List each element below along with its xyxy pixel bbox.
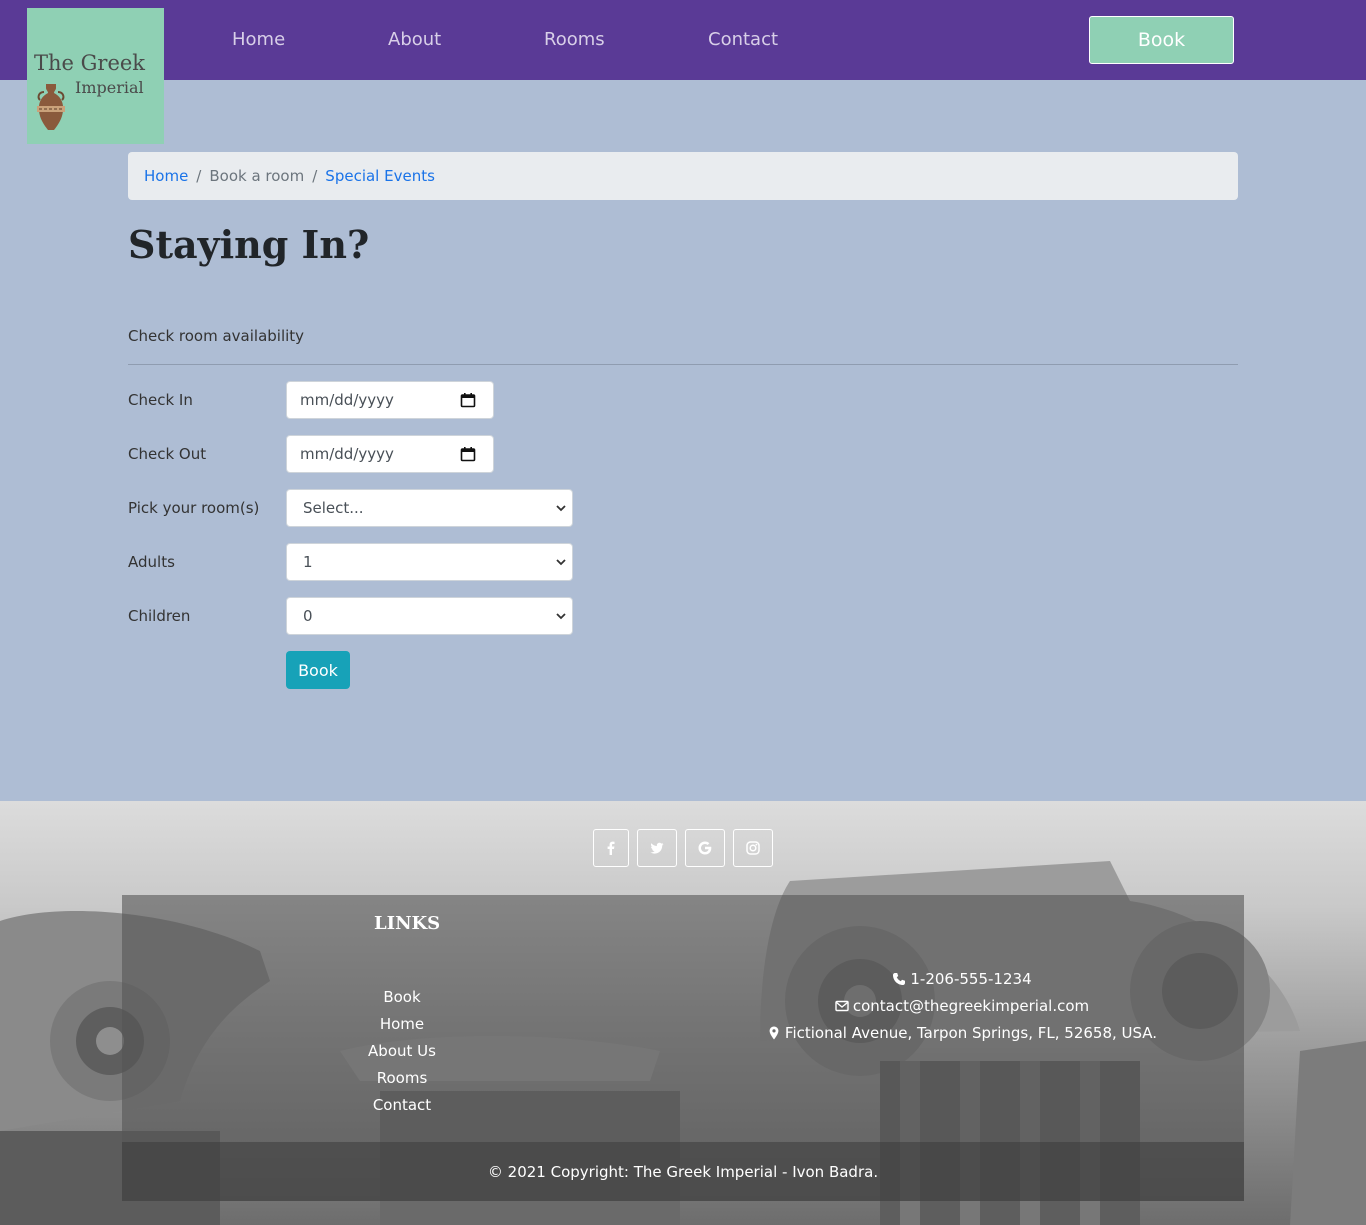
- adults-select[interactable]: 1: [286, 543, 573, 581]
- footer-address-text: Fictional Avenue, Tarpon Springs, FL, 52…: [784, 1024, 1158, 1042]
- nav-about-link[interactable]: About: [388, 28, 441, 52]
- check-in-value: mm/dd/yyyy: [300, 391, 394, 409]
- breadcrumb-book-a-room: Book a room: [209, 167, 305, 185]
- google-icon: [698, 841, 712, 855]
- twitter-button[interactable]: [637, 829, 677, 867]
- footer-phone-text: 1-206-555-1234: [910, 970, 1032, 988]
- map-marker-icon: [769, 1026, 779, 1040]
- children-select[interactable]: 0: [286, 597, 573, 635]
- divider: [128, 364, 1238, 365]
- breadcrumb: Home / Book a room / Special Events: [128, 152, 1238, 200]
- page-subtitle: Check room availability: [128, 327, 305, 345]
- footer-link-home[interactable]: Home: [322, 1015, 482, 1033]
- check-in-date-input[interactable]: mm/dd/yyyy: [286, 381, 494, 419]
- instagram-button[interactable]: [733, 829, 773, 867]
- logo-text-line2: Imperial: [75, 78, 144, 97]
- footer-link-contact[interactable]: Contact: [322, 1096, 482, 1114]
- children-label: Children: [128, 607, 191, 625]
- twitter-icon: [650, 842, 664, 854]
- footer-link-about-us[interactable]: About Us: [322, 1042, 482, 1060]
- logo-text-line1: The Greek: [34, 51, 146, 75]
- check-out-label: Check Out: [128, 445, 207, 463]
- footer-phone: 1-206-555-1234: [682, 970, 1242, 988]
- chevron-down-icon: [556, 559, 566, 566]
- facebook-icon: [607, 841, 615, 855]
- children-select-value: 0: [303, 607, 313, 625]
- site-footer: LINKS Book Home About Us Rooms Contact 1…: [0, 801, 1366, 1225]
- amphora-icon: [37, 84, 65, 130]
- nav-rooms-link[interactable]: Rooms: [544, 28, 605, 52]
- instagram-icon: [746, 841, 760, 855]
- breadcrumb-special-events-link[interactable]: Special Events: [325, 167, 435, 185]
- top-navbar: Home About Rooms Contact Book: [0, 0, 1366, 80]
- footer-link-book[interactable]: Book: [322, 988, 482, 1006]
- check-out-value: mm/dd/yyyy: [300, 445, 394, 463]
- breadcrumb-home-link[interactable]: Home: [144, 167, 188, 185]
- rooms-label: Pick your room(s): [128, 499, 260, 517]
- chevron-down-icon: [556, 505, 566, 512]
- copyright-bar: © 2021 Copyright: The Greek Imperial - I…: [122, 1142, 1244, 1201]
- footer-links-title: LINKS: [374, 913, 441, 934]
- book-submit-button[interactable]: Book: [286, 651, 350, 689]
- adults-select-value: 1: [303, 553, 313, 571]
- footer-email[interactable]: contact@thegreekimperial.com: [682, 997, 1242, 1015]
- calendar-icon[interactable]: [460, 446, 476, 462]
- rooms-select[interactable]: Select...: [286, 489, 573, 527]
- nav-contact-link[interactable]: Contact: [708, 28, 778, 52]
- rooms-select-value: Select...: [303, 499, 364, 517]
- nav-book-button[interactable]: Book: [1089, 16, 1234, 64]
- envelope-icon: [835, 1000, 849, 1012]
- phone-icon: [893, 973, 906, 985]
- footer-address: Fictional Avenue, Tarpon Springs, FL, 52…: [682, 1024, 1242, 1042]
- nav-home-link[interactable]: Home: [232, 28, 285, 52]
- check-out-date-input[interactable]: mm/dd/yyyy: [286, 435, 494, 473]
- footer-panel: LINKS Book Home About Us Rooms Contact 1…: [122, 895, 1244, 1201]
- facebook-button[interactable]: [593, 829, 629, 867]
- calendar-icon[interactable]: [460, 392, 476, 408]
- page-title: Staying In?: [128, 222, 370, 267]
- footer-link-rooms[interactable]: Rooms: [322, 1069, 482, 1087]
- breadcrumb-separator: /: [312, 167, 318, 185]
- footer-email-text: contact@thegreekimperial.com: [852, 997, 1090, 1015]
- site-logo[interactable]: The Greek Imperial: [27, 8, 164, 144]
- google-button[interactable]: [685, 829, 725, 867]
- adults-label: Adults: [128, 553, 175, 571]
- check-in-label: Check In: [128, 391, 193, 409]
- chevron-down-icon: [556, 613, 566, 620]
- breadcrumb-separator: /: [196, 167, 202, 185]
